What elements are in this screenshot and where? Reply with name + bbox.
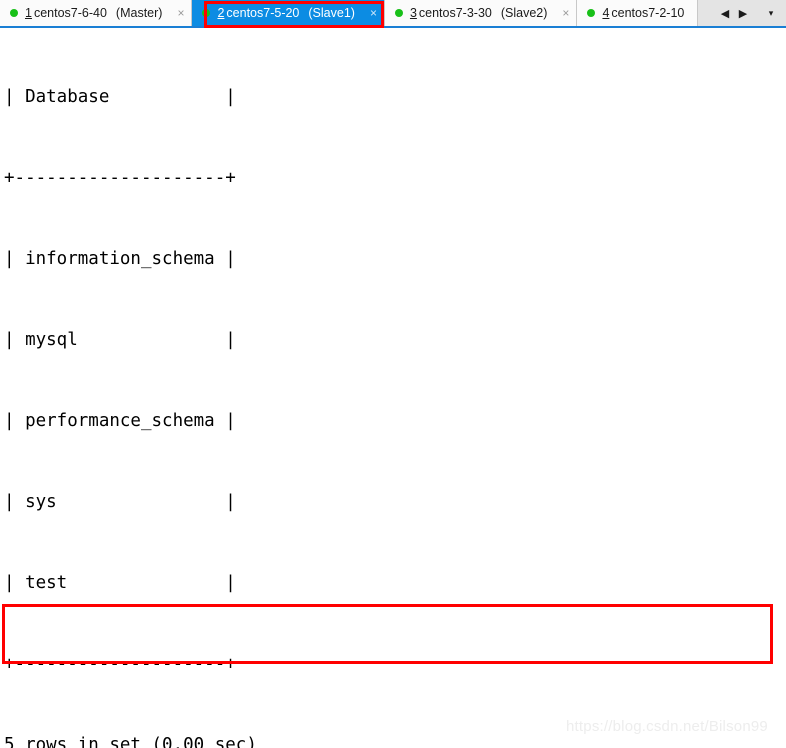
- connection-status-dot-icon: [394, 9, 403, 17]
- connection-status-dot-icon: [587, 9, 596, 17]
- session-tab-2[interactable]: 2 centos7-5-20 (Slave1) ×: [192, 0, 385, 26]
- terminal-output[interactable]: | Database | +--------------------+ | in…: [0, 28, 786, 748]
- session-tab-2-label: centos7-5-20: [226, 6, 300, 20]
- previous-tab-icon[interactable]: ◀: [716, 1, 734, 25]
- session-tab-2-role: (Slave1): [308, 6, 355, 20]
- tab-navigation-controls[interactable]: ◀ ▶ ▾: [708, 0, 786, 26]
- connection-status-dot-icon: [202, 9, 211, 17]
- tab-bar[interactable]: 1 centos7-6-40 (Master) × 2 centos7-5-20…: [0, 0, 786, 28]
- session-tab-1-label: centos7-6-40: [33, 6, 107, 20]
- terminal-line: | performance_schema |: [4, 411, 236, 431]
- session-tab-3[interactable]: 3 centos7-3-30 (Slave2) ×: [384, 0, 578, 26]
- session-tab-3-label: centos7-3-30: [418, 6, 492, 20]
- terminal-line: | mysql |: [4, 330, 236, 350]
- session-tab-4-index: 4: [602, 6, 610, 20]
- terminal-line: | Database |: [4, 87, 236, 107]
- terminal-line: +--------------------+: [4, 654, 236, 674]
- close-icon[interactable]: ×: [559, 7, 572, 19]
- terminal-line: | information_schema |: [4, 249, 236, 269]
- watermark: https://blog.csdn.net/Bilson99: [566, 718, 768, 735]
- session-tab-1-index: 1: [25, 6, 32, 20]
- session-tab-2-index: 2: [217, 6, 225, 20]
- session-tab-1-role: (Master): [115, 6, 163, 20]
- tab-list-menu-icon[interactable]: ▾: [762, 1, 780, 25]
- session-tab-4-label: centos7-2-10: [611, 6, 685, 20]
- session-tab-4[interactable]: 4 centos7-2-10: [577, 0, 699, 26]
- terminal-line: +--------------------+: [4, 168, 236, 188]
- session-tab-3-role: (Slave2): [500, 6, 548, 20]
- close-icon[interactable]: ×: [367, 7, 380, 19]
- close-icon[interactable]: ×: [174, 7, 187, 19]
- session-tab-3-index: 3: [409, 6, 417, 20]
- next-tab-icon[interactable]: ▶: [734, 1, 752, 25]
- terminal-line: | sys |: [4, 492, 236, 512]
- session-tab-1[interactable]: 1 centos7-6-40 (Master) ×: [0, 0, 193, 26]
- connection-status-dot-icon: [10, 9, 18, 17]
- terminal-line: | test |: [4, 573, 236, 593]
